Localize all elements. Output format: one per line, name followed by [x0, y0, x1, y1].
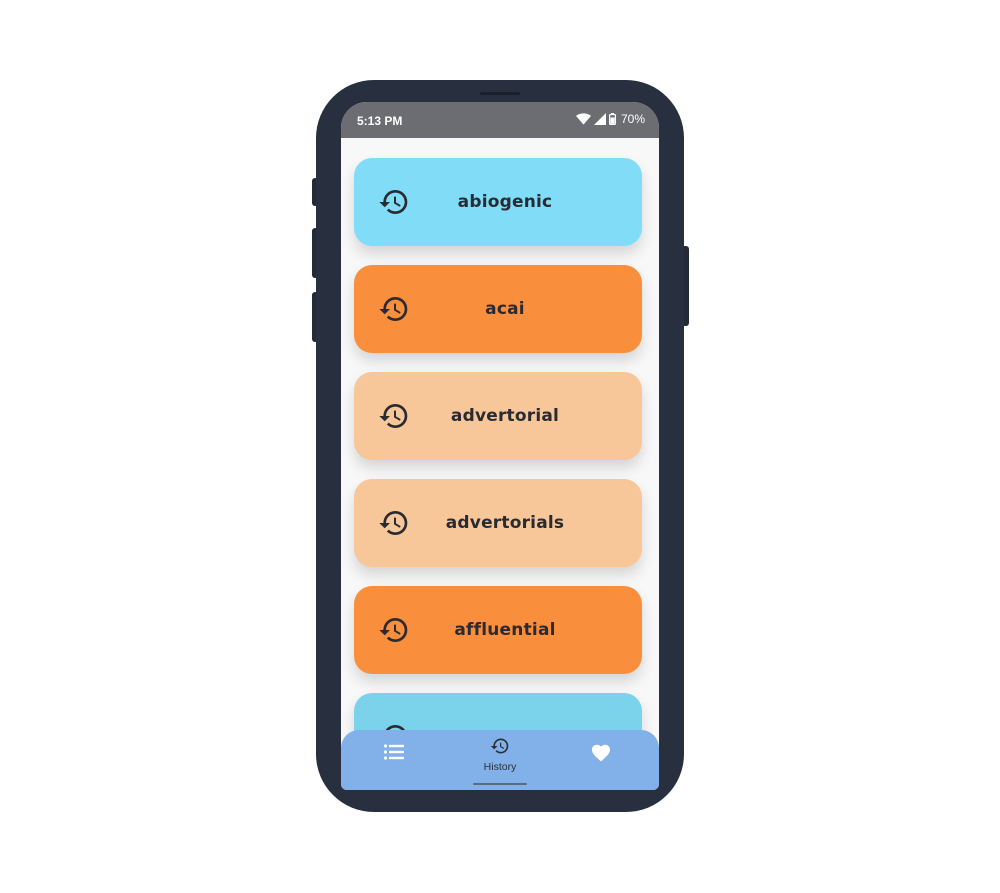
battery-level: 70%	[620, 112, 645, 126]
history-card[interactable]: advertorial	[354, 372, 642, 460]
history-word-label: advertorials	[445, 513, 565, 533]
history-word-label: affluential	[454, 620, 556, 640]
history-list: abiogenic acai advertorial advertorials affl…	[354, 158, 642, 790]
home-gesture-bar[interactable]	[473, 783, 527, 785]
history-word-label: acai	[485, 299, 525, 319]
history-card[interactable]: affluential	[354, 586, 642, 674]
bottom-navigation: History	[341, 730, 659, 778]
history-icon	[378, 293, 410, 325]
history-word-label: abiogenic	[457, 192, 553, 212]
status-bar: 5:13 PM 70%	[341, 102, 659, 138]
nav-history[interactable]: History	[460, 730, 540, 778]
history-icon	[378, 507, 410, 539]
history-card[interactable]: advertorials	[354, 479, 642, 567]
history-card[interactable]: abiogenic	[354, 158, 642, 246]
phone-screen: 5:13 PM 70% abiogenic acai advertorial a…	[341, 102, 659, 790]
history-icon	[490, 736, 510, 760]
wifi-icon	[575, 113, 591, 125]
stage: 5:13 PM 70% abiogenic acai advertorial a…	[0, 0, 1000, 893]
history-icon	[378, 186, 410, 218]
status-time: 5:13 PM	[357, 114, 403, 128]
earpiece-speaker	[480, 92, 520, 95]
history-icon	[378, 614, 410, 646]
nav-history-label: History	[483, 760, 517, 773]
heart-icon	[590, 742, 612, 766]
history-icon	[378, 400, 410, 432]
history-word-label: advertorial	[450, 406, 560, 426]
list-icon	[383, 743, 405, 765]
battery-icon	[608, 113, 616, 125]
status-indicators: 70%	[575, 112, 645, 126]
history-card[interactable]: acai	[354, 265, 642, 353]
nav-favorites[interactable]	[561, 730, 641, 778]
nav-word-list[interactable]	[354, 730, 434, 778]
signal-icon	[593, 113, 606, 125]
